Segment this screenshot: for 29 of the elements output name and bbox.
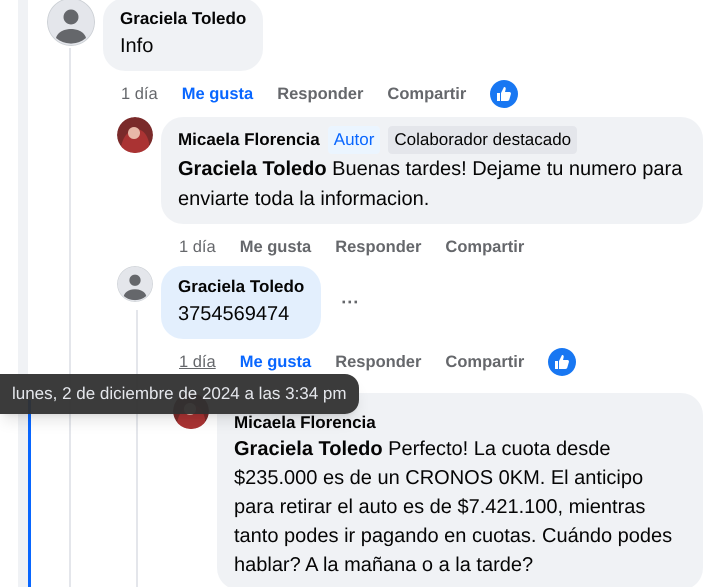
comment-text: Graciela Toledo Buenas tardes! Dejame tu numero para enviarte toda la informacion.	[178, 157, 684, 212]
share-button[interactable]: Compartir	[387, 82, 466, 106]
like-button[interactable]: Me gusta	[182, 82, 254, 106]
timestamp-link[interactable]: 1 día	[179, 234, 216, 260]
author-name[interactable]: Micaela Florencia	[234, 411, 376, 435]
comment-text: Info	[120, 34, 154, 59]
share-button[interactable]: Compartir	[445, 234, 524, 260]
avatar[interactable]	[117, 117, 153, 153]
thumbs-up-icon[interactable]	[490, 80, 518, 108]
comment-text: Graciela Toledo Perfecto! La cuota desde $235.000 es de un CRONOS 0KM. El anticipo para retirar el auto es de $7.421.100, mientras tanto podes ir pagando en cuotas. Cuándo podes hablar? A la mañana o a la tarde?	[234, 437, 674, 578]
comment-text: 3754569474	[178, 302, 290, 327]
author-badge: Autor	[328, 126, 380, 154]
timestamp-link[interactable]: 1 día	[121, 82, 158, 106]
tooltip: lunes, 2 de diciembre de 2024 a las 3:34 pm	[0, 374, 359, 414]
timestamp-link[interactable]: 1 día	[179, 350, 216, 374]
author-name[interactable]: Graciela Toledo	[120, 7, 246, 31]
more-button[interactable]: ···	[333, 289, 368, 316]
contributor-badge: Colaborador destacado	[388, 126, 578, 154]
avatar[interactable]	[47, 0, 95, 46]
avatar[interactable]	[117, 266, 153, 302]
like-button[interactable]: Me gusta	[240, 234, 312, 260]
share-button[interactable]: Compartir	[445, 350, 524, 374]
author-name[interactable]: Micaela Florencia	[178, 128, 320, 152]
reply-button[interactable]: Responder	[335, 234, 422, 260]
like-button[interactable]: Me gusta	[240, 350, 312, 374]
reply-button[interactable]: Responder	[277, 82, 364, 106]
author-name[interactable]: Graciela Toledo	[178, 275, 304, 299]
reply-button[interactable]: Responder	[335, 350, 422, 374]
thumbs-up-icon[interactable]	[548, 348, 576, 376]
